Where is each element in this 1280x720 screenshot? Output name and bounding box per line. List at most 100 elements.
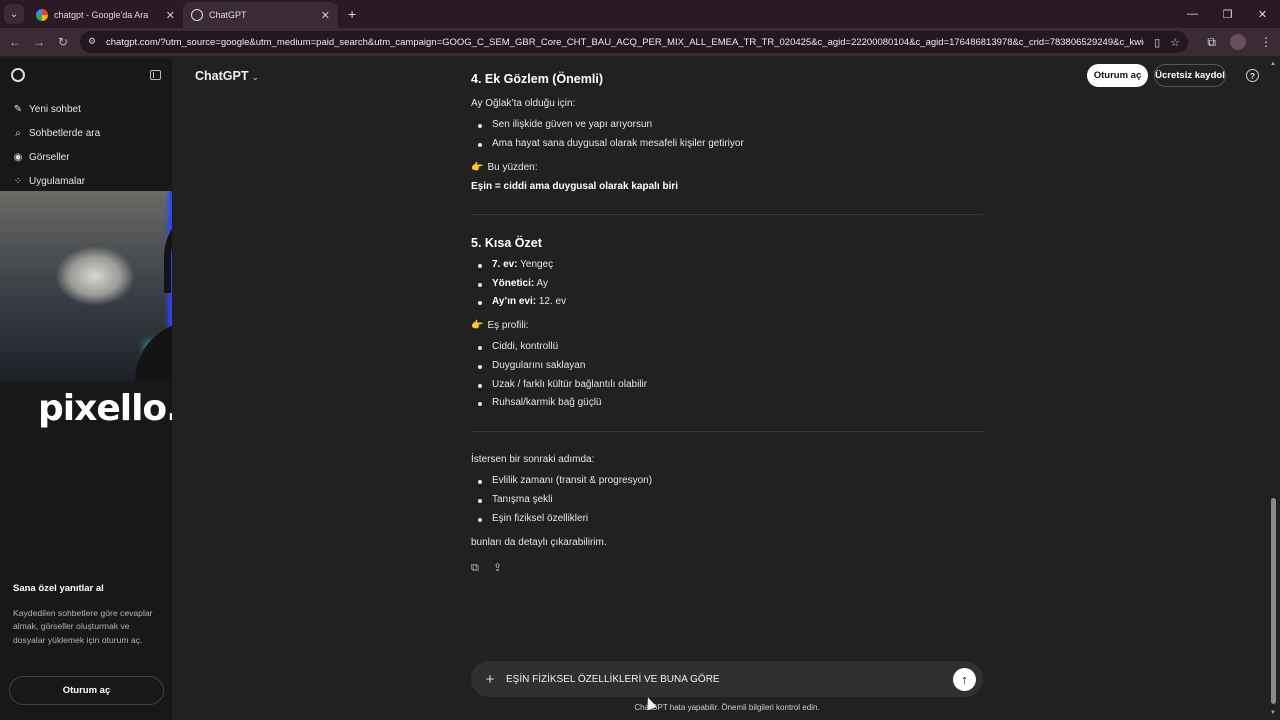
list-item: Evlilik zamanı (transit & progresyon): [492, 475, 653, 486]
pixello-watermark: pixello.: [38, 388, 180, 429]
forward-icon[interactable]: →: [27, 35, 51, 49]
list-item-value: Ay: [534, 278, 548, 289]
sidebar-item-images[interactable]: ◉ Görseller: [0, 145, 172, 169]
list-item: Sen ilişkide güven ve yapı arıyorsun: [492, 119, 653, 130]
bullet-icon: [478, 365, 482, 369]
list-item: 7. ev: Yengeç: [492, 259, 553, 270]
send-arrow-icon[interactable]: ↑: [953, 667, 976, 691]
bullet-icon: [478, 402, 482, 406]
tab-title: chatgpt - Google'da Ara: [54, 10, 149, 20]
url-text: chatgpt.com/?utm_source=google&utm_mediu…: [106, 36, 1145, 48]
restore-icon[interactable]: ❐: [1210, 8, 1245, 21]
pointer-text: Eş profili:: [487, 320, 529, 331]
login-button[interactable]: Oturum aç: [1087, 64, 1148, 87]
main-panel: ChatGPT ⌄ Oturum aç Ücretsiz kaydol ?: [172, 58, 1268, 720]
chat-composer[interactable]: + EŞİN FİZİKSEL ÖZELLİKLERİ VE BUNA GÖRE…: [471, 661, 983, 697]
section-4-heading: 4. Ek Gözlem (Önemli): [471, 72, 603, 86]
new-chat-icon: ✎: [13, 103, 23, 115]
list-item-key: 7. ev:: [492, 259, 518, 270]
add-attachment-icon[interactable]: +: [483, 671, 497, 688]
section-4-intro: Ay Oğlak’ta olduğu için:: [471, 98, 576, 109]
list-item-key: Yönetici:: [492, 278, 535, 289]
scroll-down-icon[interactable]: ▼: [1270, 710, 1276, 716]
sidebar-item-label: Uygulamalar: [29, 175, 86, 187]
section-5-heading: 5. Kısa Özet: [471, 236, 542, 250]
chevron-down-icon: ⌄: [251, 72, 260, 82]
share-icon[interactable]: ⇪: [493, 561, 502, 574]
next-steps-intro: İstersen bir sonraki adımda:: [471, 454, 595, 465]
google-icon: [36, 9, 48, 21]
list-item: Ciddi, kontrollü: [492, 341, 559, 352]
tab-google-search[interactable]: chatgpt - Google'da Ara ✕: [28, 2, 183, 28]
bullet-icon: [478, 499, 482, 503]
bullet-icon: [478, 480, 482, 484]
browser-tab-bar: ⌄ chatgpt - Google'da Ara ✕ ChatGPT ✕ + …: [0, 0, 1280, 28]
pointer-text: Bu yüzden:: [487, 162, 538, 173]
model-selector[interactable]: ChatGPT ⌄: [195, 69, 259, 83]
list-item-key: Ay’ın evi:: [492, 296, 537, 307]
help-icon[interactable]: ?: [1246, 69, 1259, 82]
minimize-icon[interactable]: —: [1175, 8, 1210, 20]
bullet-icon: [478, 301, 482, 305]
sidebar-item-apps[interactable]: ⁘ Uygulamalar: [0, 169, 172, 193]
images-icon: ◉: [13, 151, 23, 163]
extensions-icon[interactable]: ⧉: [1207, 35, 1216, 50]
bullet-icon: [478, 143, 482, 147]
model-name: ChatGPT: [195, 69, 249, 83]
pointing-hand-icon: 👉: [471, 320, 484, 331]
divider: [471, 431, 983, 432]
profile-avatar[interactable]: [1230, 34, 1246, 50]
bullet-icon: [478, 384, 482, 388]
sidebar-item-label: Görseller: [29, 151, 70, 163]
sidebar-toggle-icon[interactable]: [150, 70, 161, 80]
bullet-icon: [478, 346, 482, 350]
reload-icon[interactable]: ↻: [51, 35, 75, 49]
sidebar-item-label: Sohbetlerde ara: [29, 127, 101, 139]
apps-icon: ⁘: [13, 175, 23, 187]
list-item-value: 12. ev: [536, 296, 567, 307]
address-bar[interactable]: ⚙ chatgpt.com/?utm_source=google&utm_med…: [80, 31, 1188, 53]
promo-title: Sana özel yanıtlar al: [13, 583, 104, 594]
list-item: Ay’ın evi: 12. ev: [492, 296, 566, 307]
close-window-icon[interactable]: ✕: [1245, 8, 1280, 21]
list-item: Ama hayat sana duygusal olarak mesafeli …: [492, 138, 744, 149]
site-info-icon[interactable]: ⚙: [88, 36, 100, 48]
tab-search-icon[interactable]: ⌄: [4, 4, 24, 24]
page-icon[interactable]: ▯: [1154, 36, 1160, 49]
new-tab-icon[interactable]: +: [348, 6, 356, 22]
copy-icon[interactable]: ⧉: [471, 562, 479, 575]
sidebar-login-button[interactable]: Oturum aç: [9, 676, 164, 705]
list-item: Tanışma şekli: [492, 494, 553, 505]
sidebar-item-label: Yeni sohbet: [29, 103, 81, 115]
bookmark-star-icon[interactable]: ☆: [1170, 36, 1180, 49]
close-tab-icon[interactable]: ✕: [166, 9, 175, 22]
disclaimer-text: ChatGPT hata yapabilir. Önemli bilgileri…: [634, 703, 820, 712]
openai-logo-icon[interactable]: [11, 68, 25, 82]
scrollbar-thumb[interactable]: [1271, 498, 1276, 704]
bullet-icon: [478, 264, 482, 268]
list-item-value: Yengeç: [517, 259, 554, 270]
close-tab-icon[interactable]: ✕: [321, 9, 330, 22]
tab-title: ChatGPT: [209, 10, 247, 20]
search-icon: ⌕: [15, 127, 21, 139]
sidebar-item-search[interactable]: ⌕ Sohbetlerde ara: [0, 121, 172, 145]
pointer-line: 👉 Bu yüzden:: [471, 162, 538, 173]
bullet-icon: [478, 283, 482, 287]
divider: [471, 214, 983, 215]
scrollbar[interactable]: ▲ ▼: [1268, 58, 1280, 720]
scroll-up-icon[interactable]: ▲: [1270, 61, 1276, 67]
chatgpt-icon: [191, 9, 203, 21]
browser-menu-icon[interactable]: ⋮: [1260, 35, 1272, 49]
list-item: Eşin fiziksel özellikleri: [492, 513, 589, 524]
list-item: Yönetici: Ay: [492, 278, 548, 289]
list-item: Uzak / farklı kültür bağlantılı olabilir: [492, 379, 648, 390]
tab-chatgpt[interactable]: ChatGPT ✕: [183, 2, 338, 28]
browser-toolbar: ← → ↻ ⚙ chatgpt.com/?utm_source=google&u…: [0, 28, 1280, 56]
list-item: Ruhsal/karmik bağ güçlü: [492, 397, 602, 408]
section-4-conclusion: Eşin = ciddi ama duygusal olarak kapalı …: [471, 181, 679, 192]
promo-text: Kaydedilen sohbetlere göre cevaplar alma…: [13, 608, 153, 645]
sidebar-item-new-chat[interactable]: ✎ Yeni sohbet: [0, 97, 172, 121]
signup-button[interactable]: Ücretsiz kaydol: [1154, 64, 1226, 87]
back-icon[interactable]: ←: [3, 35, 27, 49]
composer-input[interactable]: EŞİN FİZİKSEL ÖZELLİKLERİ VE BUNA GÖRE: [506, 674, 953, 685]
